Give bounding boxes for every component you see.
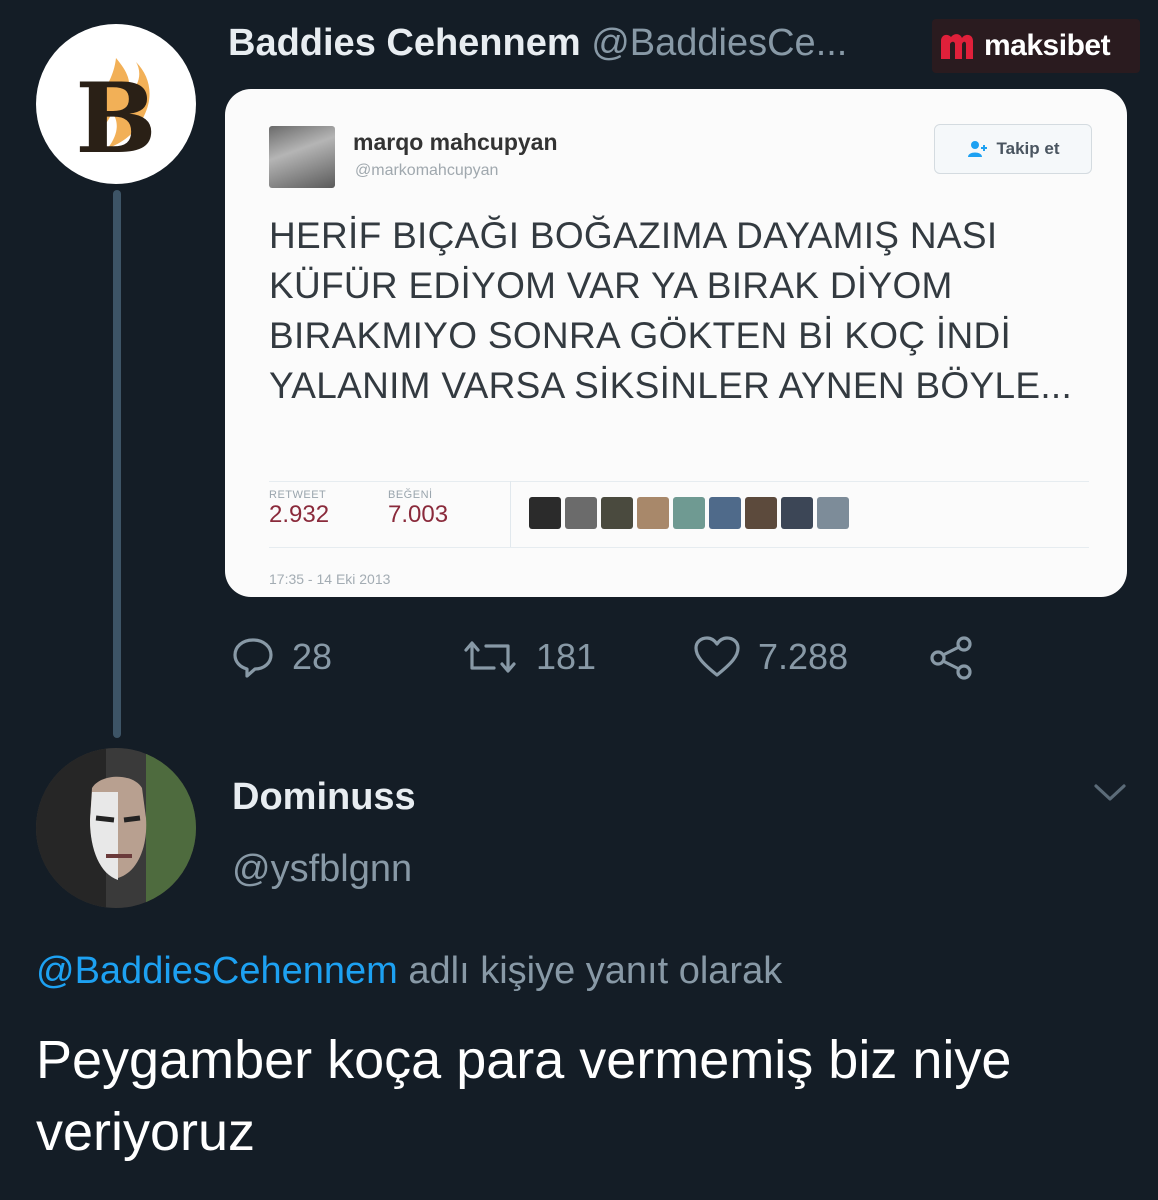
liker-avatars[interactable] [529, 497, 849, 529]
like-action[interactable]: 7.288 [692, 634, 848, 680]
brand-name: maksibet [984, 29, 1111, 62]
thread-line [113, 190, 121, 738]
avatar[interactable]: B [36, 24, 196, 184]
reply-count: 28 [292, 636, 333, 677]
author-handle[interactable]: @BaddiesCe... [591, 22, 847, 64]
reply-icon [233, 638, 273, 678]
divider [510, 481, 511, 547]
reply-author-handle[interactable]: @ysfblgnn [232, 848, 412, 891]
share-icon [930, 636, 972, 680]
divider [269, 481, 1089, 482]
reply-author-name[interactable]: Dominuss [232, 776, 416, 819]
embedded-tweet-card[interactable]: marqo mahcupyan @markomahcupyan Takip et… [225, 89, 1127, 597]
reply-action[interactable]: 28 [230, 634, 332, 680]
like-stat[interactable]: BEĞENİ 7.003 [388, 489, 448, 529]
like-stat-label: BEĞENİ [388, 489, 433, 501]
liker-avatar[interactable] [817, 497, 849, 529]
retweet-stat-label: RETWEET [269, 489, 327, 501]
profile-photo [36, 748, 196, 908]
reply-to-suffix: adlı kişiye yanıt olarak [397, 950, 783, 992]
chevron-down-icon [1094, 784, 1126, 801]
heart-icon [694, 636, 740, 677]
author-name[interactable]: Baddies Cehennem [228, 22, 581, 64]
add-user-icon [967, 141, 987, 157]
reply-to-link[interactable]: @BaddiesCehennem [36, 950, 398, 992]
reply-tweet-text: Peygamber koça para vermemiş biz niye ve… [36, 1030, 1012, 1162]
retweet-stat-count: 2.932 [269, 501, 330, 528]
share-button[interactable] [928, 634, 976, 687]
reply-context: @BaddiesCehennem adlı kişiye yanıt olara… [36, 950, 782, 993]
liker-avatar[interactable] [529, 497, 561, 529]
embedded-avatar[interactable] [269, 126, 335, 188]
baddies-logo-icon: B [75, 58, 157, 175]
more-options-button[interactable] [1092, 780, 1128, 809]
like-stat-count: 7.003 [388, 501, 449, 528]
retweet-icon [464, 641, 516, 673]
embedded-timestamp: 17:35 - 14 Eki 2013 [269, 571, 391, 587]
liker-avatar[interactable] [781, 497, 813, 529]
tweet-header[interactable]: Baddies Cehennem @BaddiesCe... [228, 22, 847, 65]
liker-avatar[interactable] [565, 497, 597, 529]
retweet-stat[interactable]: RETWEET 2.932 [269, 489, 329, 529]
avatar[interactable] [36, 748, 196, 908]
brand-watermark: maksibet [932, 19, 1140, 73]
liker-avatar[interactable] [673, 497, 705, 529]
embedded-tweet-text: HERİF BIÇAĞI BOĞAZIMA DAYAMIŞ NASI KÜFÜR… [269, 215, 1073, 406]
liker-avatar[interactable] [601, 497, 633, 529]
liker-avatar[interactable] [709, 497, 741, 529]
embedded-author-handle[interactable]: @markomahcupyan [355, 162, 498, 180]
follow-button[interactable]: Takip et [934, 124, 1092, 174]
divider [269, 547, 1089, 548]
liker-avatar[interactable] [745, 497, 777, 529]
retweet-action[interactable]: 181 [460, 634, 596, 680]
liker-avatar[interactable] [637, 497, 669, 529]
avatar-letter: B [75, 62, 156, 175]
retweet-count: 181 [536, 636, 597, 677]
like-count: 7.288 [758, 636, 849, 677]
follow-label: Takip et [996, 139, 1060, 158]
maksibet-logo-icon [941, 34, 973, 59]
embedded-author-name[interactable]: marqo mahcupyan [353, 129, 558, 156]
